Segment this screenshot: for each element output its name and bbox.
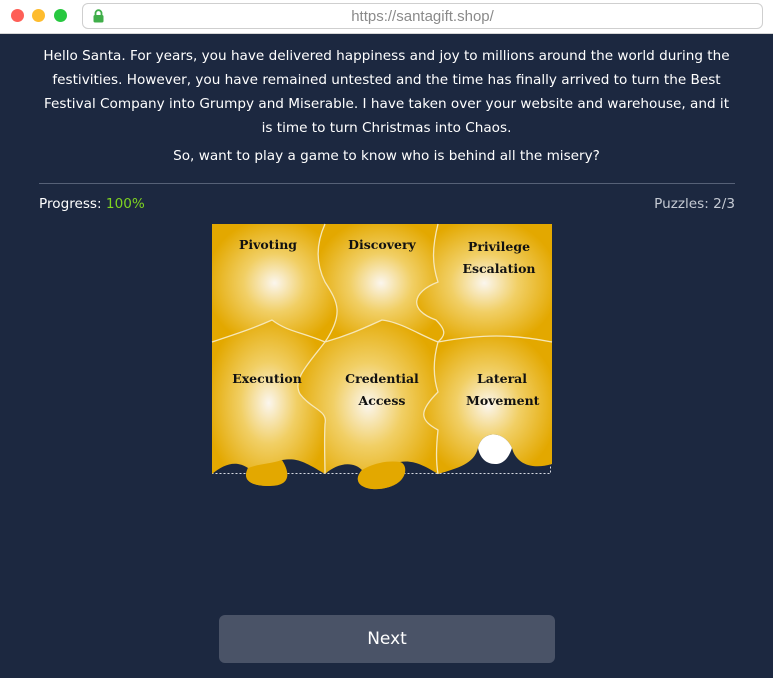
close-window-icon[interactable]	[11, 9, 24, 22]
divider	[39, 183, 735, 184]
jigsaw-puzzle: Pivoting Discovery Privilege Escalation …	[211, 223, 553, 490]
puzzles-counter: Puzzles: 2/3	[654, 196, 735, 212]
game-question: So, want to play a game to know who is b…	[173, 148, 600, 164]
piece-label-credential-access: Credential Access	[345, 371, 419, 408]
progress-value: 100%	[105, 196, 145, 212]
progress-indicator: Progress: 100%	[39, 196, 145, 212]
piece-label-execution: Execution	[232, 371, 302, 386]
maximize-window-icon[interactable]	[54, 9, 67, 22]
piece-label-pivoting: Pivoting	[238, 237, 298, 252]
piece-label-discovery: Discovery	[348, 237, 416, 252]
piece-label-lateral-movement: Lateral Movement	[466, 371, 540, 408]
next-button[interactable]: Next	[219, 615, 555, 663]
browser-chrome: https://santagift.shop/	[0, 0, 773, 34]
progress-label: Progress:	[39, 196, 102, 212]
minimize-window-icon[interactable]	[32, 9, 45, 22]
piece-label-privilege-escalation: Privilege Escalation	[462, 239, 536, 276]
url-text: https://santagift.shop/	[351, 8, 494, 25]
address-bar[interactable]: https://santagift.shop/	[82, 3, 763, 29]
intro-paragraph: Hello Santa. For years, you have deliver…	[43, 48, 730, 136]
